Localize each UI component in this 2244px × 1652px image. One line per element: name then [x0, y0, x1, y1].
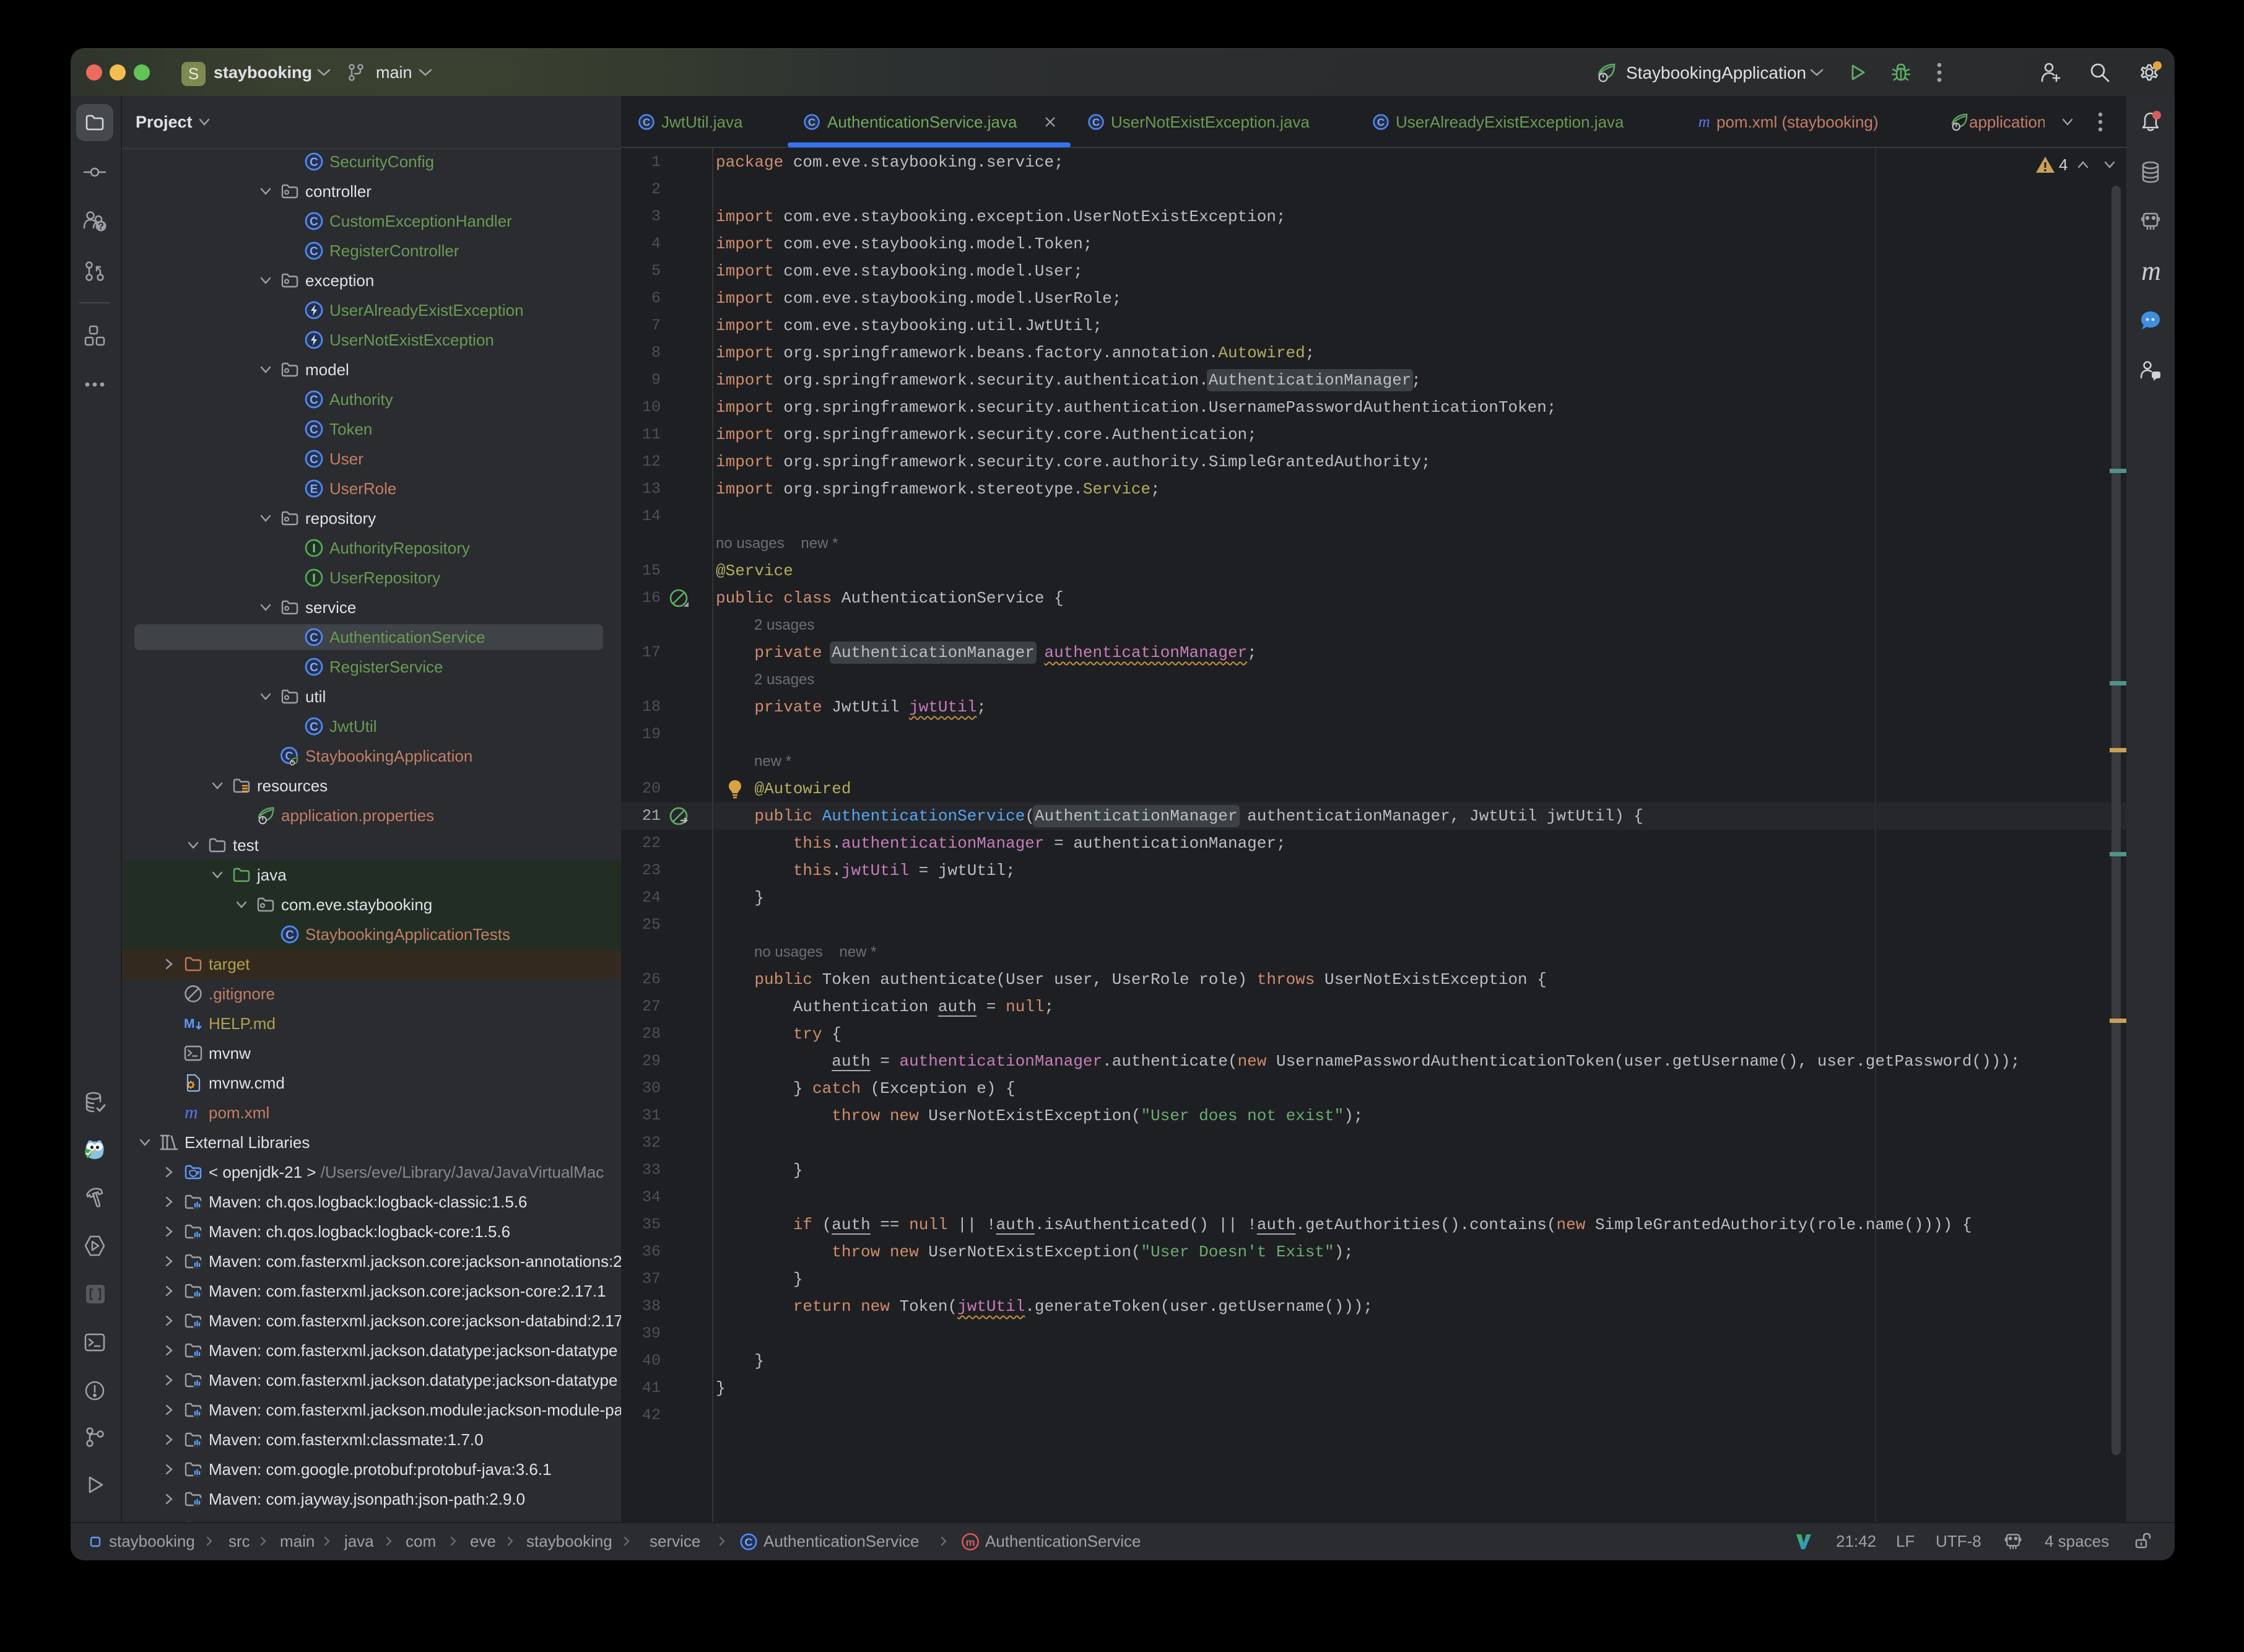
svg-text:?: ?	[98, 222, 104, 232]
svg-text:m: m	[965, 1537, 975, 1549]
